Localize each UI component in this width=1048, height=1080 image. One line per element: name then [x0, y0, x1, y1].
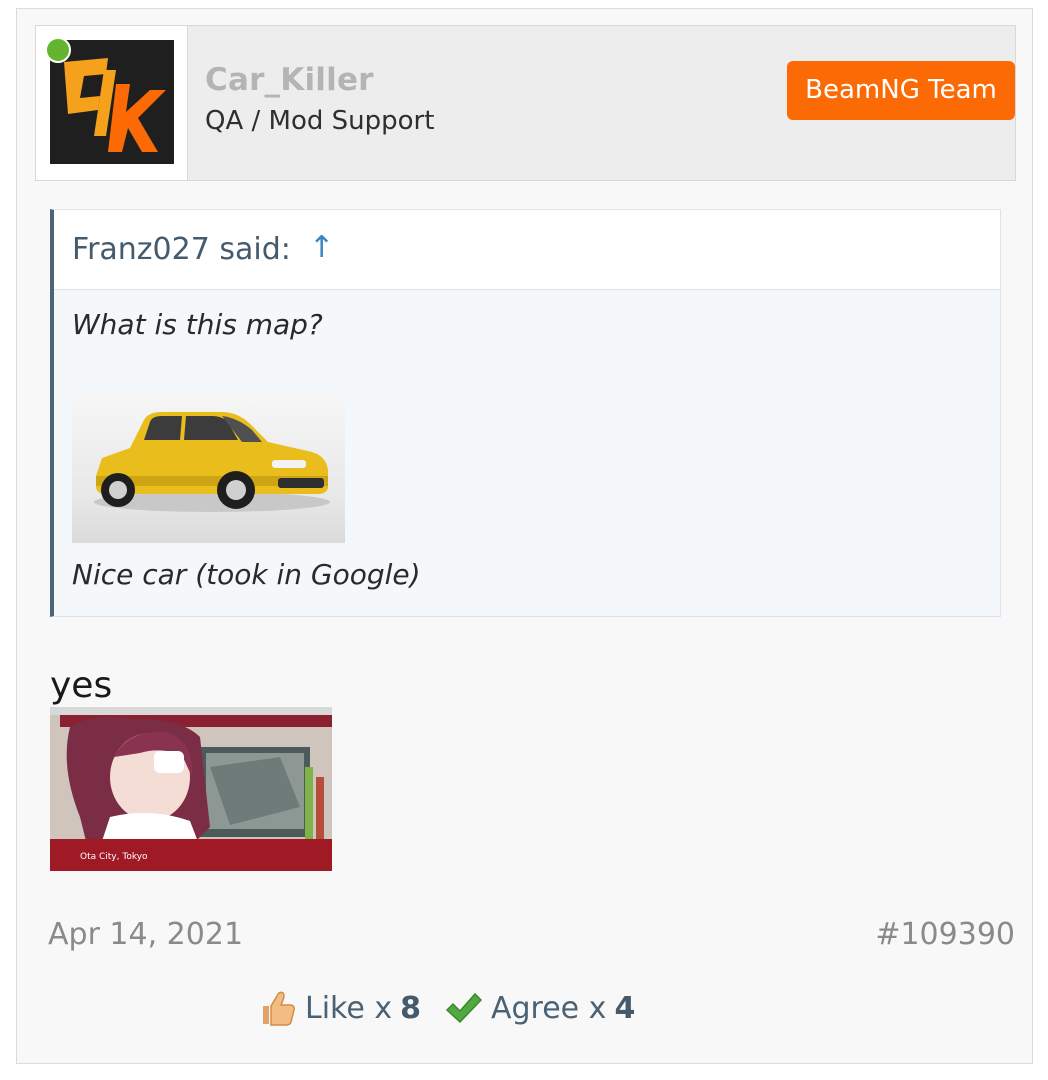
avatar[interactable] — [50, 40, 174, 164]
reaction-count: 8 — [400, 990, 421, 1026]
post-card: Car_Killer QA / Mod Support BeamNG Team … — [16, 8, 1033, 1064]
avatar-container[interactable] — [36, 26, 188, 180]
reactions-bar[interactable]: Like x 8 Agree x 4 — [257, 984, 657, 1032]
quote-author[interactable]: Franz027 said: — [72, 232, 291, 267]
team-badge: BeamNG Team — [787, 61, 1015, 120]
yellow-sedan-image[interactable] — [72, 390, 345, 543]
quote-text-line: What is this map? — [72, 308, 323, 341]
reaction-label: Like x — [305, 990, 393, 1026]
user-title: QA / Mod Support — [205, 106, 435, 136]
image-caption: Ota City, Tokyo — [80, 852, 148, 862]
post-number[interactable]: #109390 — [875, 917, 1015, 952]
avatar-logo-icon — [50, 40, 174, 164]
reaction-agree[interactable]: Agree x 4 — [443, 988, 635, 1028]
user-header: Car_Killer QA / Mod Support BeamNG Team — [35, 25, 1016, 181]
reaction-like[interactable]: Like x 8 — [257, 988, 421, 1028]
reply-text: yes — [50, 665, 113, 706]
thumbs-up-icon — [263, 991, 295, 1026]
jump-to-quote-icon[interactable]: ↑ — [309, 230, 334, 265]
online-status-indicator — [45, 37, 71, 63]
anime-screenshot-image[interactable]: Ota City, Tokyo — [50, 707, 332, 871]
reaction-label: Agree x — [490, 990, 607, 1026]
post-date[interactable]: Apr 14, 2021 — [48, 917, 243, 952]
quote-block: Franz027 said: ↑ What is this map? Nice … — [50, 209, 1001, 617]
checkmark-icon — [445, 992, 483, 1024]
quote-header: Franz027 said: ↑ — [54, 210, 1000, 290]
username[interactable]: Car_Killer — [205, 62, 374, 98]
reaction-count: 4 — [614, 990, 636, 1026]
quote-text-line: Nice car (took in Google) — [72, 558, 421, 591]
